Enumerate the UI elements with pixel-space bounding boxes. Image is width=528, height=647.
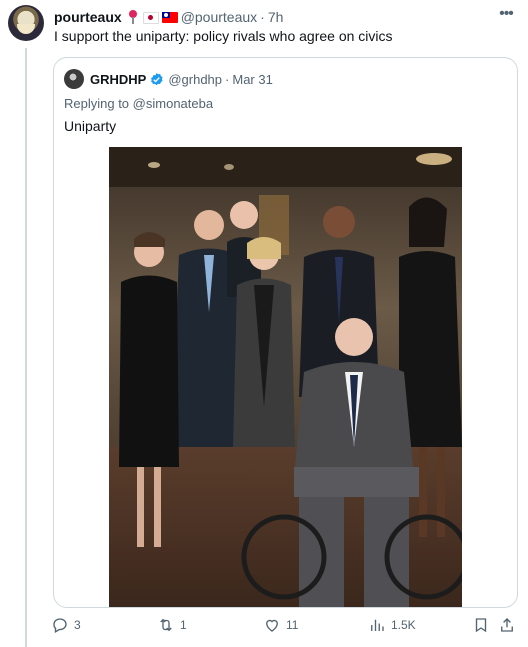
tweet-text: I support the uniparty: policy rivals wh…	[54, 28, 393, 44]
thread-connector-line	[25, 48, 27, 647]
reply-button[interactable]: 3	[51, 616, 81, 634]
user-handle[interactable]: @pourteaux	[181, 9, 257, 25]
views-icon	[371, 619, 384, 631]
quoted-date[interactable]: Mar 31	[232, 72, 272, 87]
japan-flag-icon	[142, 12, 159, 24]
bookmark-icon	[475, 618, 487, 633]
quoted-display-name[interactable]: GRHDHP	[90, 72, 146, 87]
separator-dot: ·	[225, 71, 230, 87]
separator-dot: ·	[260, 9, 265, 25]
repost-count: 1	[180, 618, 187, 632]
avatar[interactable]	[8, 5, 44, 41]
like-button[interactable]: 11	[263, 616, 298, 634]
views-button[interactable]: 1.5K	[368, 616, 416, 634]
replying-to-label: Replying to	[64, 96, 130, 111]
photo-group-portrait[interactable]	[109, 147, 462, 607]
share-icon	[501, 618, 513, 632]
tweet-header: pourteaux @pourteaux · 7h	[54, 8, 283, 26]
action-bar: 3 1 11 1.5K	[0, 613, 528, 639]
verified-badge-icon	[151, 72, 163, 85]
display-name[interactable]: pourteaux	[54, 9, 122, 25]
quoted-tweet-text: Uniparty	[64, 118, 117, 134]
quoted-tweet-card[interactable]: GRHDHP @grhdhp · Mar 31 Replying to @sim…	[53, 57, 518, 608]
taiwan-flag-icon	[161, 11, 178, 23]
reply-icon	[53, 618, 67, 633]
share-button[interactable]	[498, 616, 521, 634]
quoted-avatar[interactable]	[64, 69, 84, 89]
like-count: 11	[286, 618, 299, 632]
repost-button[interactable]: 1	[157, 616, 187, 634]
reply-count: 3	[74, 618, 81, 632]
timestamp[interactable]: 7h	[268, 9, 284, 25]
more-options-icon[interactable]: •••	[496, 6, 516, 26]
repost-icon	[160, 618, 172, 632]
heart-icon	[266, 619, 278, 632]
bookmark-button[interactable]	[472, 616, 495, 634]
quoted-handle[interactable]: @grhdhp	[168, 72, 222, 87]
pushpin-icon	[126, 10, 140, 24]
quoted-tweet-header: GRHDHP @grhdhp · Mar 31	[64, 69, 273, 89]
reply-to-handle[interactable]: @simonateba	[133, 96, 213, 111]
replying-to-line: Replying to @simonateba	[64, 96, 213, 111]
views-count: 1.5K	[391, 618, 416, 632]
